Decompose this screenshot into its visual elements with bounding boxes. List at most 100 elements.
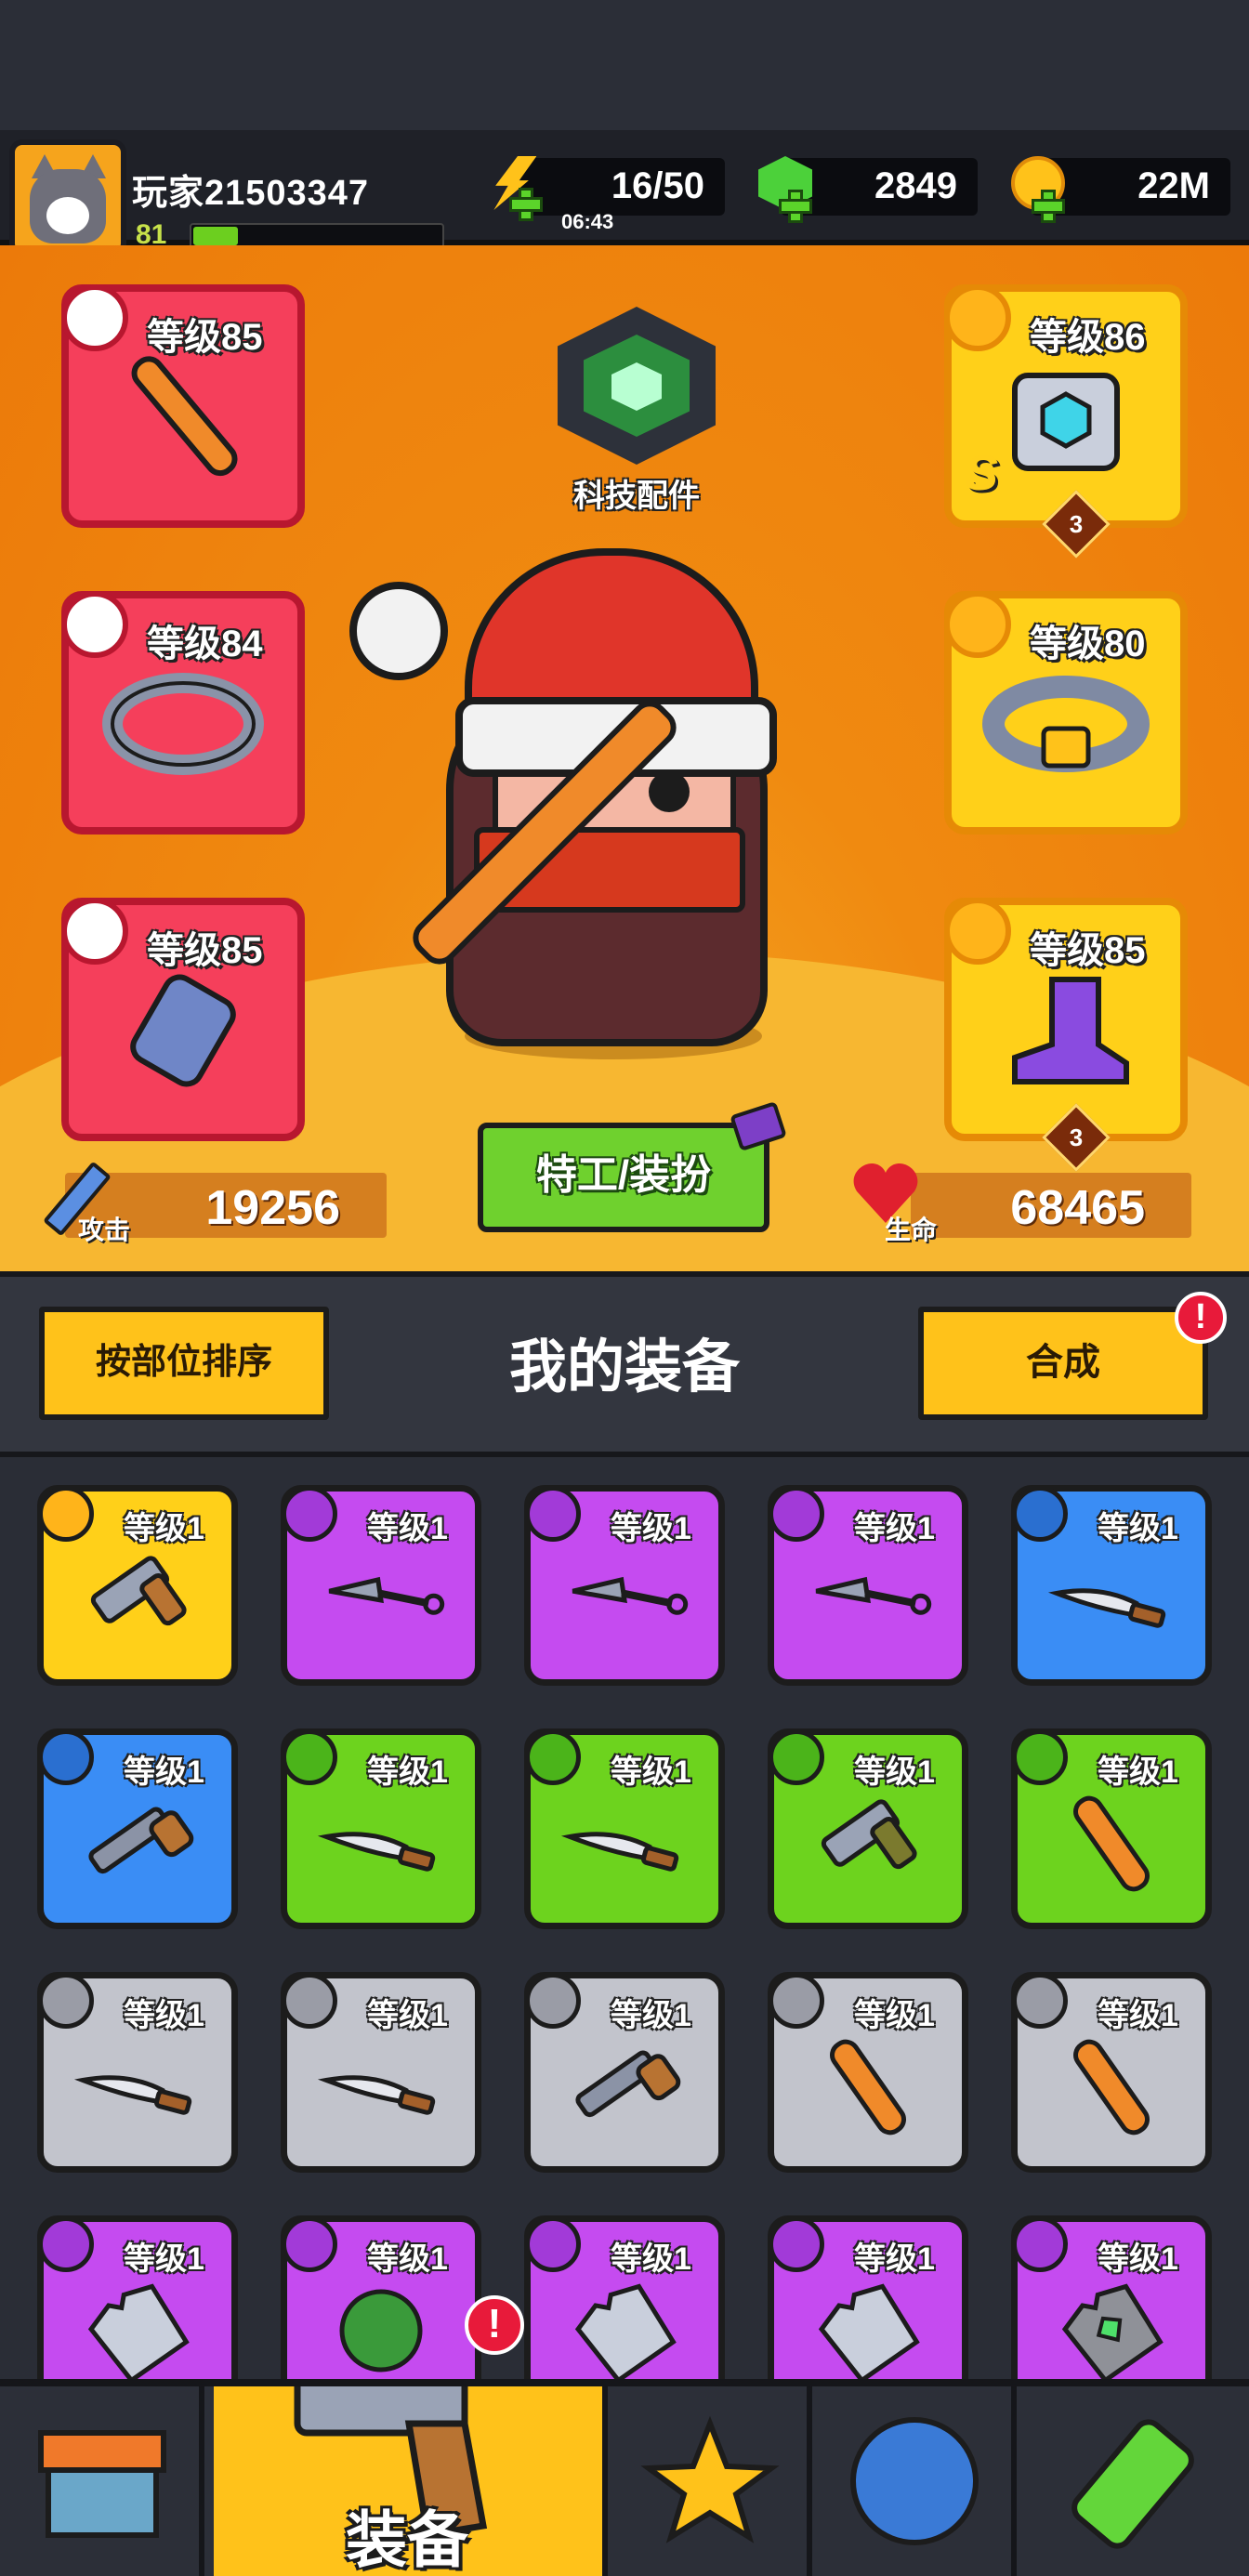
equipment-item[interactable]: 等级1 (524, 1972, 725, 2173)
nav-tab-shop[interactable] (0, 2386, 204, 2576)
baseball-bat-icon (131, 356, 238, 477)
slot-type-icon (525, 1973, 581, 2029)
boots-slot-icon (944, 898, 1011, 965)
energy-value: 16/50 (611, 165, 704, 206)
equipment-item[interactable]: 等级1 (281, 1728, 481, 1929)
belt-slot-icon (944, 591, 1011, 658)
status-bar (0, 0, 1249, 130)
slot-type-icon (38, 1973, 94, 2029)
necklace-slot-icon (61, 591, 128, 658)
tech-accessory-button[interactable]: 科技配件 (550, 307, 723, 514)
armor-star-count: 3 (1069, 510, 1084, 538)
equipment-item[interactable]: 等级1 (768, 1728, 968, 1929)
equipment-item[interactable]: 等级1 (281, 1485, 481, 1686)
slot-type-icon (1012, 1486, 1068, 1542)
slot-type-icon (769, 2216, 824, 2272)
star-belt-icon (982, 676, 1150, 773)
weapon-slot[interactable]: 等级85 (61, 284, 305, 528)
equipment-grid: 等级1 等级1 等级1 等级1 等级1 等级1 等级1 等级1 等级1 等级1 等级1 等级1 等级1 等… (0, 1457, 1249, 2379)
equipment-item[interactable]: 等级1 (281, 1972, 481, 2173)
shop-icon (38, 2430, 166, 2538)
equipment-item[interactable]: 等级1 (524, 1485, 725, 1686)
nav-tab-dna[interactable] (1017, 2386, 1249, 2576)
energy-timer: 06:43 (561, 210, 614, 233)
boots-star-count: 3 (1069, 1124, 1084, 1151)
add-coin-icon[interactable] (1032, 190, 1065, 223)
slot-type-icon (769, 1729, 824, 1785)
equipment-screen: 玩家21503347 81 16/50 06:43 2849 22M 等级85 … (0, 0, 1249, 2576)
slot-type-icon (525, 1486, 581, 1542)
merge-button[interactable]: 合成 (918, 1307, 1208, 1420)
gloves-slot[interactable]: 等级85 (61, 898, 305, 1141)
belt-slot[interactable]: 等级80 (944, 591, 1188, 835)
tech-label: 科技配件 (573, 479, 700, 514)
attack-value: 19256 (205, 1181, 340, 1235)
armor-rank: S (965, 445, 999, 501)
equipment-item[interactable]: 等级1 (1011, 1728, 1212, 1929)
slot-type-icon (525, 1729, 581, 1785)
equipment-item[interactable]: 等级1 (1011, 2215, 1212, 2379)
cat-face-icon (30, 169, 106, 243)
spiked-collar-icon (102, 673, 264, 776)
equipment-item[interactable]: 等级1 (524, 1728, 725, 1929)
coin-value: 22M (1137, 165, 1210, 206)
gloves-slot-icon (61, 898, 128, 965)
xp-bar-fill (193, 227, 238, 245)
equipment-item[interactable]: 等级1 (768, 2215, 968, 2379)
boot-icon (1012, 977, 1129, 1085)
nav-tab-equipment-label: 装备 (346, 2505, 468, 2574)
belt-slot-level: 等级80 (1030, 624, 1146, 664)
nav-tab-heroes[interactable] (608, 2386, 812, 2576)
equipment-item[interactable]: 等级1 (37, 1485, 238, 1686)
nav-alert-badge: ! (465, 2295, 524, 2355)
hp-value: 68465 (1010, 1181, 1145, 1235)
slot-type-icon (1012, 1973, 1068, 2029)
equipment-title: 我的装备 (508, 1335, 740, 1400)
slot-type-icon (1012, 2216, 1068, 2272)
necklace-slot[interactable]: 等级84 (61, 591, 305, 835)
armor-slot[interactable]: 等级86 S 3 (944, 284, 1188, 559)
slot-type-icon (38, 2216, 94, 2272)
hp-label: 生命 (885, 1216, 938, 1244)
equipment-item[interactable]: 等级1 (1011, 1972, 1212, 2173)
equipment-item[interactable]: 等级1 (768, 1485, 968, 1686)
equipment-item[interactable]: 等级1 (37, 1972, 238, 2173)
slot-type-icon (1012, 1729, 1068, 1785)
gauntlet-icon (130, 974, 236, 1087)
nav-tab-orb[interactable] (812, 2386, 1017, 2576)
dna-vial-icon (1072, 2419, 1194, 2549)
sort-by-slot-button[interactable]: 按部位排序 (39, 1307, 329, 1420)
slot-type-icon (769, 1973, 824, 2029)
merge-alert-badge: ! (1175, 1292, 1227, 1344)
slot-type-icon (282, 1973, 337, 2029)
slot-type-icon (38, 1486, 94, 1542)
star-swords-icon (640, 2415, 780, 2543)
add-energy-icon[interactable] (509, 188, 543, 221)
slot-type-icon (282, 2216, 337, 2272)
equipment-item[interactable]: 等级1 (768, 1972, 968, 2173)
hp-stat: 68465 (911, 1173, 1191, 1238)
armor-slot-icon (944, 284, 1011, 351)
hero-eye-right (649, 771, 690, 812)
equipment-item[interactable]: 等级1 (1011, 1485, 1212, 1686)
gem-value: 2849 (874, 165, 957, 206)
star-orb-icon (850, 2417, 979, 2545)
equipment-item[interactable]: 等级1 (37, 2215, 238, 2379)
agent-outfit-button[interactable]: 特工/装扮 (478, 1123, 769, 1232)
slot-type-icon (769, 1486, 824, 1542)
santa-hat-pompom (349, 582, 448, 680)
equipment-item[interactable]: 等级1 (37, 1728, 238, 1929)
equipment-item[interactable]: 等级1 (281, 2215, 481, 2379)
player-name: 玩家21503347 (132, 174, 370, 213)
attack-label: 攻击 (78, 1216, 131, 1244)
hat-icon (727, 1097, 788, 1145)
energy-counter[interactable]: 16/50 (520, 158, 725, 216)
slot-type-icon (525, 2216, 581, 2272)
boots-slot[interactable]: 等级85 3 (944, 898, 1188, 1172)
robot-armor-icon (1012, 373, 1120, 472)
equipment-item[interactable]: 等级1 (524, 2215, 725, 2379)
hero-character (349, 548, 874, 1069)
add-gem-icon[interactable] (779, 190, 812, 223)
slot-type-icon (282, 1486, 337, 1542)
player-avatar[interactable] (9, 139, 126, 256)
